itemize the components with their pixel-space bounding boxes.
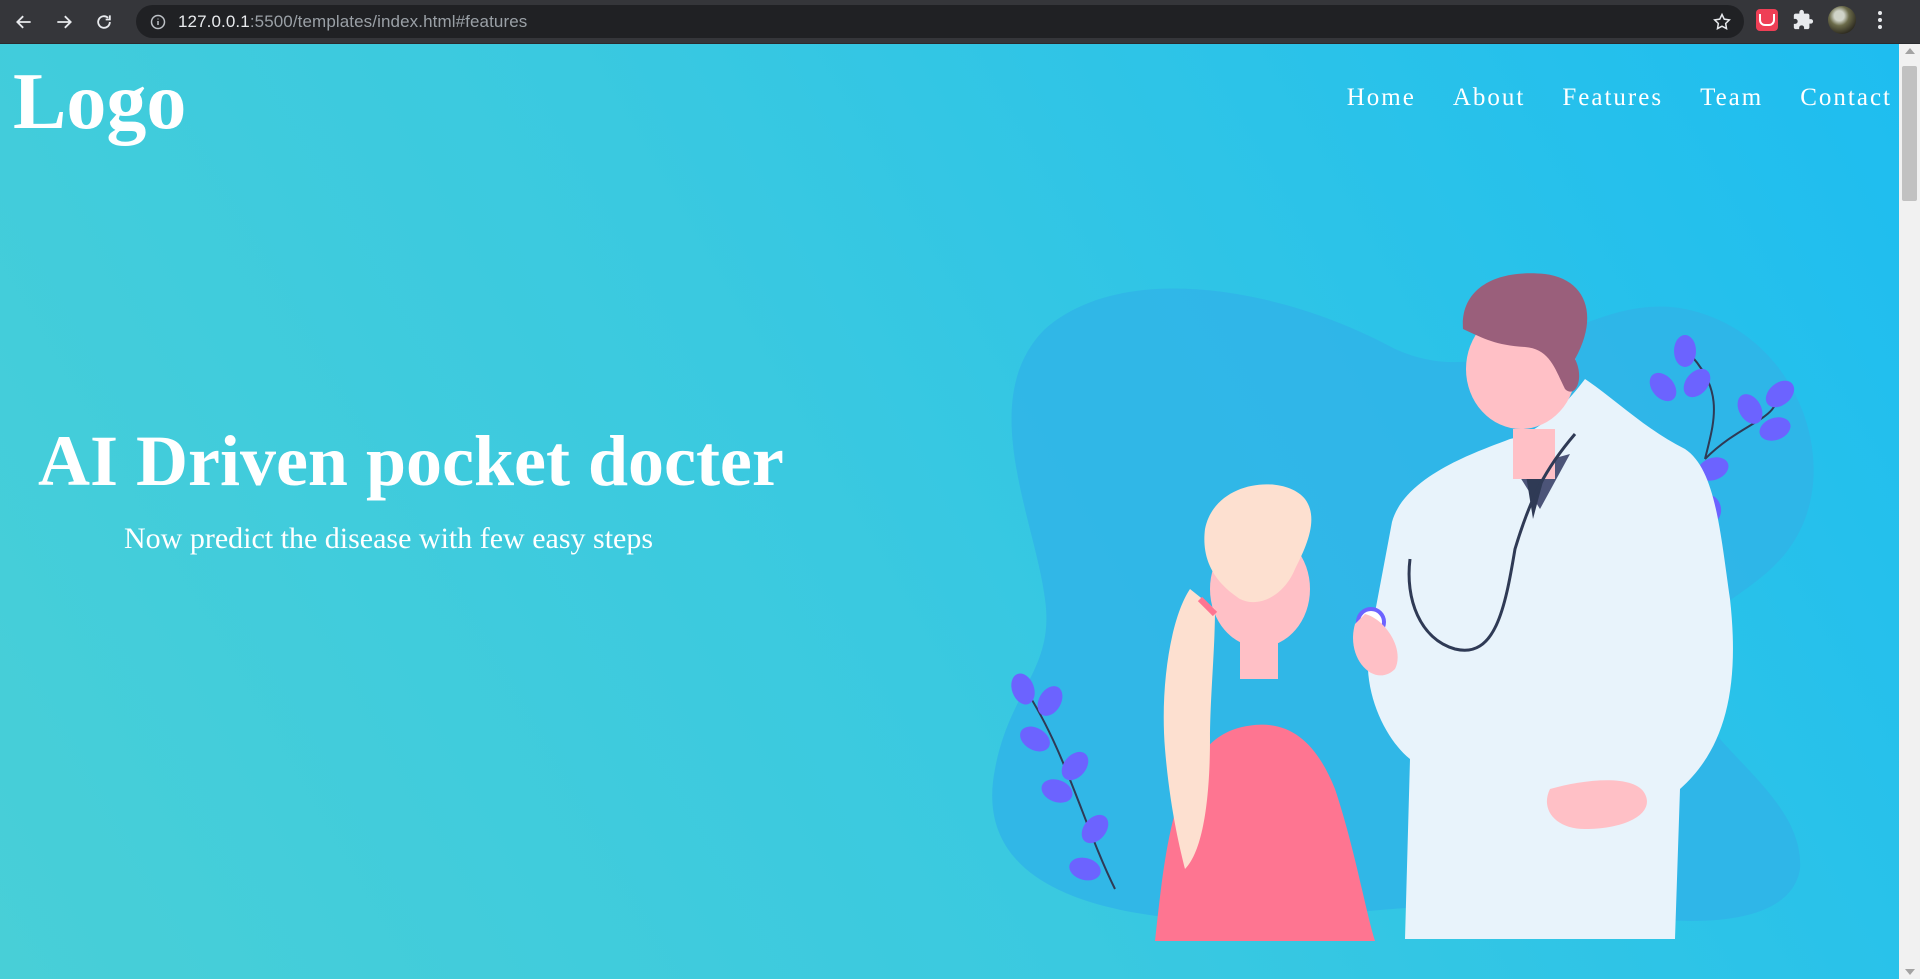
nav-link-about[interactable]: About [1453,84,1526,112]
address-bar[interactable]: 127.0.0.1:5500/templates/index.html#feat… [136,5,1744,38]
nav-link-team[interactable]: Team [1700,84,1763,112]
star-icon[interactable] [1712,12,1732,32]
arrow-right-icon [57,15,72,28]
nav-link-home[interactable]: Home [1347,84,1416,112]
extensions-area [1756,6,1890,34]
profile-avatar[interactable] [1828,6,1856,34]
nav-link-contact[interactable]: Contact [1800,84,1892,112]
pocket-icon[interactable] [1756,9,1778,31]
puzzle-icon[interactable] [1792,9,1814,31]
scroll-down-icon[interactable] [1905,969,1915,975]
url-text[interactable]: 127.0.0.1:5500/templates/index.html#feat… [178,12,527,32]
url-host: 127.0.0.1 [178,11,250,31]
url-path: :5500/templates/index.html#features [249,11,528,31]
nav-link-features[interactable]: Features [1562,84,1663,112]
hero-title: AI Driven pocket docter [38,421,784,501]
forward-button[interactable] [48,6,80,38]
site-logo[interactable]: Logo [13,56,186,148]
reload-icon [97,14,111,29]
doctor-patient-illustration [992,273,1814,941]
back-button[interactable] [8,6,40,38]
page-viewport: Logo Home About Features Team Contact AI… [0,44,1899,979]
scrollbar-thumb[interactable] [1902,66,1917,201]
kebab-menu-icon[interactable] [1870,9,1890,31]
vertical-scrollbar[interactable] [1899,44,1920,979]
scroll-up-icon[interactable] [1905,48,1915,54]
info-icon[interactable] [150,14,166,30]
reload-button[interactable] [88,6,120,38]
arrow-left-icon [16,15,31,28]
hero-subtitle: Now predict the disease with few easy st… [124,522,654,555]
browser-toolbar: 127.0.0.1:5500/templates/index.html#feat… [0,0,1920,44]
site-nav: Home About Features Team Contact [1310,84,1892,112]
